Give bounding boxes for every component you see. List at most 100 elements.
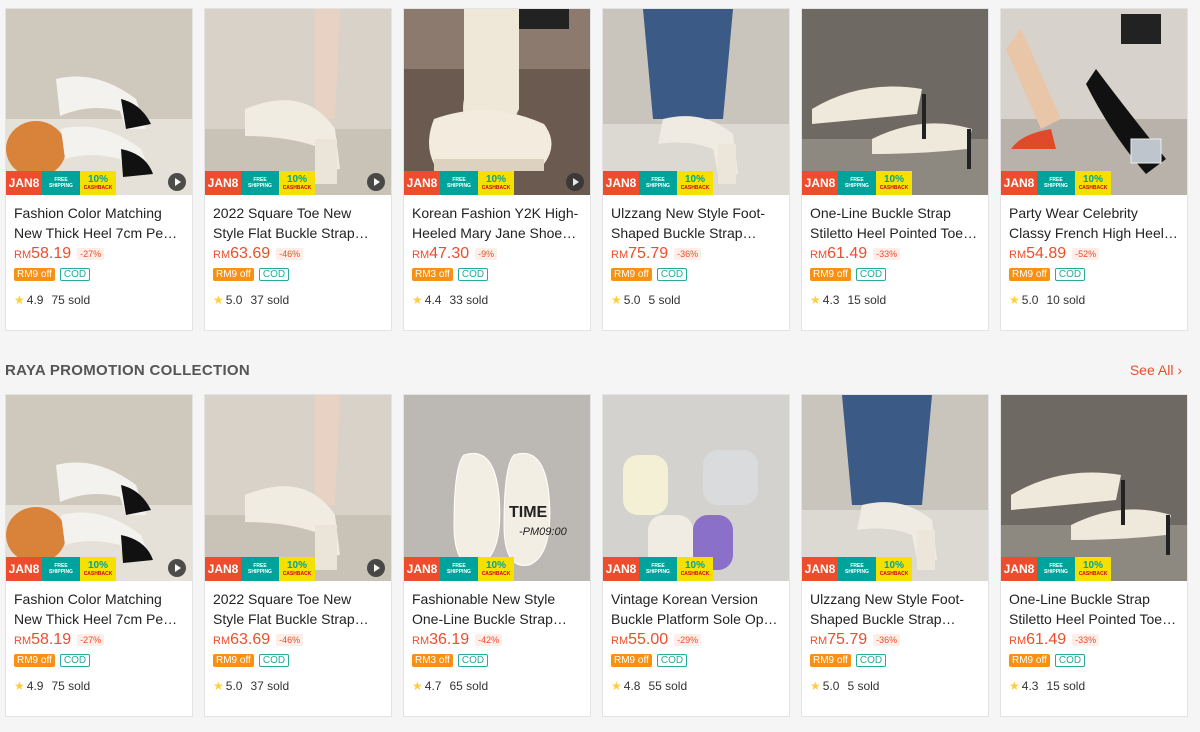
cod-tag: COD bbox=[855, 268, 887, 281]
currency: RM bbox=[14, 635, 32, 647]
shipping-voucher-tag: RM9 off bbox=[810, 268, 851, 281]
cod-tag: COD bbox=[656, 654, 688, 667]
cashback-label: CASHBACK bbox=[680, 571, 710, 577]
cashback-badge: 10% CASHBACK bbox=[279, 171, 315, 195]
jan8-badge: JAN8 bbox=[205, 557, 241, 581]
price-line: RM75.79 -36% bbox=[810, 631, 980, 649]
product-price: RM63.69 bbox=[213, 631, 270, 649]
product-title[interactable]: 2022 Square Toe New Style Flat Buckle St… bbox=[213, 589, 383, 629]
product-title[interactable]: Fashionable New Style One-Line Buckle St… bbox=[412, 589, 582, 629]
shipping-voucher-tag: RM9 off bbox=[611, 654, 652, 667]
product-title[interactable]: One-Line Buckle Strap Stiletto Heel Poin… bbox=[810, 203, 980, 243]
jan8-badge: JAN8 bbox=[802, 171, 838, 195]
cashback-badge: 10% CASHBACK bbox=[677, 171, 713, 195]
promo-banner: JAN8 FREE SHIPPING 10% CASHBACK bbox=[802, 557, 912, 581]
product-image: JAN8 FREE SHIPPING 10% CASHBACK bbox=[802, 9, 988, 195]
tag-list: RM9 off COD bbox=[213, 268, 383, 281]
product-card[interactable]: JAN8 FREE SHIPPING 10% CASHBACK Fashion … bbox=[5, 394, 193, 717]
product-title[interactable]: Party Wear Celebrity Classy French High … bbox=[1009, 203, 1179, 243]
product-card[interactable]: JAN8 FREE SHIPPING 10% CASHBACK 2022 Squ… bbox=[204, 8, 392, 331]
free-shipping-badge: FREE SHIPPING bbox=[241, 171, 279, 195]
promo-banner: JAN8 FREE SHIPPING 10% CASHBACK bbox=[1001, 557, 1111, 581]
product-image: JAN8 FREE SHIPPING 10% CASHBACK bbox=[205, 395, 391, 581]
play-video-icon[interactable] bbox=[367, 559, 385, 577]
product-card[interactable]: JAN8 FREE SHIPPING 10% CASHBACK Ulzzang … bbox=[602, 8, 790, 331]
product-image: JAN8 FREE SHIPPING 10% CASHBACK bbox=[6, 395, 192, 581]
promo-banner: JAN8 FREE SHIPPING 10% CASHBACK bbox=[1001, 171, 1111, 195]
product-image: JAN8 FREE SHIPPING 10% CASHBACK bbox=[6, 9, 192, 195]
shipping-label: SHIPPING bbox=[49, 183, 73, 189]
product-photo bbox=[404, 9, 590, 195]
product-photo bbox=[1001, 9, 1187, 195]
product-title[interactable]: Fashion Color Matching New Thick Heel 7c… bbox=[14, 203, 184, 243]
product-title[interactable]: One-Line Buckle Strap Stiletto Heel Poin… bbox=[1009, 589, 1179, 629]
shipping-voucher-tag: RM3 off bbox=[412, 268, 453, 281]
product-title[interactable]: Fashion Color Matching New Thick Heel 7c… bbox=[14, 589, 184, 629]
discount-badge: -36% bbox=[873, 634, 901, 646]
product-card[interactable]: JAN8 FREE SHIPPING 10% CASHBACK One-Line… bbox=[1000, 394, 1188, 717]
free-shipping-badge: FREE SHIPPING bbox=[639, 557, 677, 581]
product-title[interactable]: Ulzzang New Style Foot-Shaped Buckle Str… bbox=[810, 589, 980, 629]
cashback-percent: 10% bbox=[883, 560, 904, 571]
currency: RM bbox=[810, 635, 828, 647]
product-card[interactable]: JAN8 FREE SHIPPING 10% CASHBACK Korean F… bbox=[403, 8, 591, 331]
product-title[interactable]: Korean Fashion Y2K High-Heeled Mary Jane… bbox=[412, 203, 582, 243]
discount-badge: -9% bbox=[475, 248, 498, 260]
product-card[interactable]: JAN8 FREE SHIPPING 10% CASHBACK 2022 Squ… bbox=[204, 394, 392, 717]
price-amount: 55.00 bbox=[628, 631, 669, 648]
jan8-badge: JAN8 bbox=[802, 557, 838, 581]
see-all-link[interactable]: See All › bbox=[1130, 362, 1182, 378]
play-video-icon[interactable] bbox=[168, 173, 186, 191]
play-video-icon[interactable] bbox=[566, 173, 584, 191]
rating-value: 5.0 bbox=[225, 679, 243, 693]
discount-badge: -33% bbox=[873, 248, 901, 260]
price-line: RM61.49 -33% bbox=[810, 245, 980, 263]
rating-sold: ★ 5.0 10 sold bbox=[1009, 293, 1179, 307]
tag-list: RM3 off COD bbox=[412, 268, 582, 281]
jan8-badge: JAN8 bbox=[404, 557, 440, 581]
price-line: RM55.00 -29% bbox=[611, 631, 781, 649]
jan8-badge: JAN8 bbox=[205, 171, 241, 195]
product-photo: TIME -PM09:00 bbox=[404, 395, 590, 581]
promo-banner: JAN8 FREE SHIPPING 10% CASHBACK bbox=[205, 557, 315, 581]
play-video-icon[interactable] bbox=[367, 173, 385, 191]
product-card[interactable]: JAN8 FREE SHIPPING 10% CASHBACK Vintage … bbox=[602, 394, 790, 717]
promo-banner: JAN8 FREE SHIPPING 10% CASHBACK bbox=[6, 171, 116, 195]
product-title[interactable]: 2022 Square Toe New Style Flat Buckle St… bbox=[213, 203, 383, 243]
product-title[interactable]: Vintage Korean Version Buckle Platform S… bbox=[611, 589, 781, 629]
product-card[interactable]: JAN8 FREE SHIPPING 10% CASHBACK Ulzzang … bbox=[801, 394, 989, 717]
product-card[interactable]: TIME -PM09:00 JAN8 FREE SHIPPING 10% CAS… bbox=[403, 394, 591, 717]
cashback-badge: 10% CASHBACK bbox=[677, 557, 713, 581]
star-icon: ★ bbox=[14, 293, 25, 307]
price-line: RM54.89 -52% bbox=[1009, 245, 1179, 263]
price-amount: 61.49 bbox=[827, 245, 868, 262]
product-image: JAN8 FREE SHIPPING 10% CASHBACK bbox=[205, 9, 391, 195]
product-card[interactable]: JAN8 FREE SHIPPING 10% CASHBACK Party We… bbox=[1000, 8, 1188, 331]
cod-tag: COD bbox=[457, 654, 489, 667]
discount-badge: -33% bbox=[1072, 634, 1100, 646]
sold-count: 37 sold bbox=[250, 679, 290, 693]
play-video-icon[interactable] bbox=[168, 559, 186, 577]
price-line: RM47.30 -9% bbox=[412, 245, 582, 263]
rating-sold: ★ 5.0 5 sold bbox=[810, 679, 980, 693]
shipping-label: SHIPPING bbox=[1044, 569, 1068, 575]
tag-list: RM9 off COD bbox=[213, 654, 383, 667]
discount-badge: -46% bbox=[276, 248, 304, 260]
price-amount: 36.19 bbox=[429, 631, 470, 648]
product-card[interactable]: JAN8 FREE SHIPPING 10% CASHBACK Fashion … bbox=[5, 8, 193, 331]
currency: RM bbox=[213, 249, 231, 261]
jan8-badge: JAN8 bbox=[404, 171, 440, 195]
rating-value: 5.0 bbox=[225, 293, 243, 307]
product-card[interactable]: JAN8 FREE SHIPPING 10% CASHBACK One-Line… bbox=[801, 8, 989, 331]
free-shipping-badge: FREE SHIPPING bbox=[42, 171, 80, 195]
discount-badge: -42% bbox=[475, 634, 503, 646]
product-title[interactable]: Ulzzang New Style Foot-Shaped Buckle Str… bbox=[611, 203, 781, 243]
cod-tag: COD bbox=[656, 268, 688, 281]
price-line: RM58.19 -27% bbox=[14, 245, 184, 263]
product-image: JAN8 FREE SHIPPING 10% CASHBACK bbox=[603, 395, 789, 581]
cashback-percent: 10% bbox=[485, 174, 506, 185]
promo-banner: JAN8 FREE SHIPPING 10% CASHBACK bbox=[205, 171, 315, 195]
shipping-voucher-tag: RM9 off bbox=[1009, 654, 1050, 667]
product-price: RM47.30 bbox=[412, 245, 469, 263]
sold-count: 75 sold bbox=[51, 293, 91, 307]
